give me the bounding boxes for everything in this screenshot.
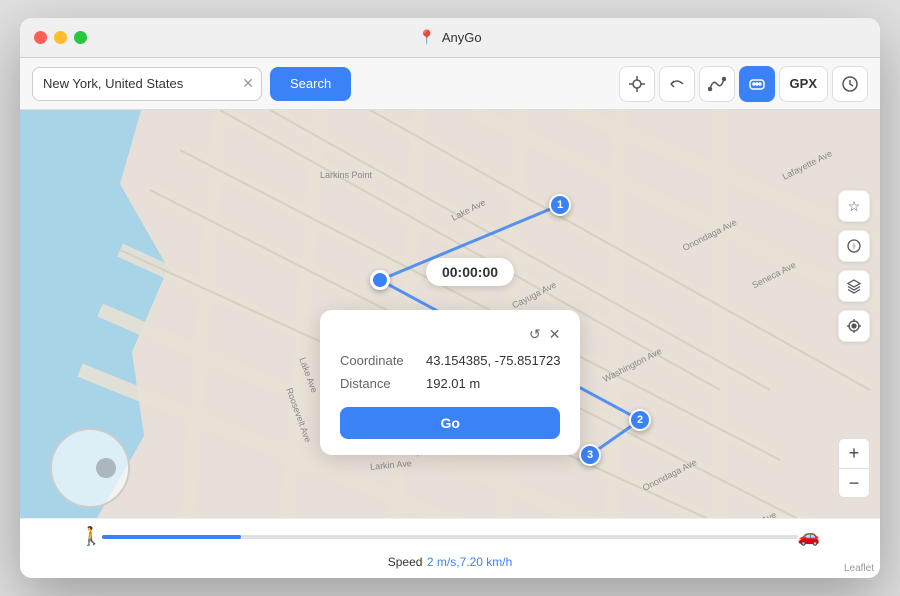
route-back-button[interactable] bbox=[659, 66, 695, 102]
search-container: ✕ Search bbox=[32, 67, 351, 101]
speed-bar: 🚶 🚗 Speed 2 m/s,7.20 km/h bbox=[20, 518, 880, 578]
waypoint-1[interactable]: 1 bbox=[549, 194, 571, 216]
titlebar: 📍 AnyGo bbox=[20, 18, 880, 58]
street-label-onondaga: Onondaga Ave bbox=[681, 217, 738, 253]
gpx-button[interactable]: GPX bbox=[779, 66, 828, 102]
current-location-dot bbox=[370, 270, 390, 290]
timer-value: 00:00:00 bbox=[442, 264, 498, 280]
speed-track[interactable] bbox=[102, 535, 797, 539]
close-button[interactable] bbox=[34, 31, 47, 44]
street-label-lake-ave-2: Lake Ave bbox=[297, 356, 319, 394]
speed-value: 2 m/s,7.20 km/h bbox=[427, 555, 512, 569]
waypoint-3-label: 3 bbox=[587, 449, 593, 461]
car-icon: 🚗 bbox=[798, 526, 820, 547]
street-label-lafayette: Lafayette Ave bbox=[781, 148, 834, 182]
street-label-cayuga: Cayuga Ave bbox=[510, 280, 558, 311]
street-label-seneca: Seneca Ave bbox=[750, 260, 797, 291]
history-button[interactable] bbox=[832, 66, 868, 102]
search-button[interactable]: Search bbox=[270, 67, 351, 101]
map-credit: Leaflet bbox=[844, 563, 874, 574]
star-icon: ☆ bbox=[848, 198, 861, 215]
zoom-controls: + − bbox=[838, 438, 870, 498]
location-icon bbox=[846, 318, 862, 334]
distance-row: Distance 192.01 m bbox=[340, 376, 560, 391]
info-popup: ↺ ✕ Coordinate 43.154385, -75.851723 Dis… bbox=[320, 310, 580, 455]
zoom-in-button[interactable]: + bbox=[838, 438, 870, 468]
minimize-button[interactable] bbox=[54, 31, 67, 44]
center-location-button[interactable] bbox=[619, 66, 655, 102]
map-area[interactable]: Lake Ave Larkins Point Lake Ave Cayuga A… bbox=[20, 110, 880, 578]
street-label-washington: Washington Ave bbox=[601, 346, 663, 384]
my-location-button[interactable] bbox=[838, 310, 870, 342]
speed-fill bbox=[102, 535, 241, 539]
favorite-button[interactable]: ☆ bbox=[838, 190, 870, 222]
compass-icon bbox=[846, 238, 862, 254]
app-title-container: 📍 AnyGo bbox=[418, 29, 481, 46]
timer-badge: 00:00:00 bbox=[426, 258, 514, 286]
search-input[interactable] bbox=[32, 67, 262, 101]
coordinate-value: 43.154385, -75.851723 bbox=[426, 353, 560, 368]
popup-header: ↺ ✕ bbox=[340, 326, 560, 343]
gamepad-button[interactable] bbox=[739, 66, 775, 102]
waypoint-1-label: 1 bbox=[557, 199, 563, 211]
waypoint-3[interactable]: 3 bbox=[579, 444, 601, 466]
street-label-onondaga-2: Onondaga Ave bbox=[641, 457, 698, 493]
waypoint-2-label: 2 bbox=[637, 414, 643, 426]
joystick-knob bbox=[96, 458, 116, 478]
traffic-lights bbox=[34, 31, 87, 44]
place-label-larkins: Larkins Point bbox=[320, 170, 372, 180]
popup-close-button[interactable]: ✕ bbox=[549, 326, 561, 343]
joystick[interactable] bbox=[50, 428, 130, 508]
go-button[interactable]: Go bbox=[340, 407, 560, 439]
right-sidebar: ☆ bbox=[838, 190, 870, 342]
speed-label: Speed bbox=[388, 555, 423, 569]
app-title: AnyGo bbox=[442, 30, 482, 45]
street-label-roosevelt: Roosevelt Ave bbox=[284, 386, 313, 443]
distance-label: Distance bbox=[340, 376, 410, 391]
app-logo-icon: 📍 bbox=[418, 29, 435, 46]
layers-icon bbox=[846, 278, 862, 294]
toolbar-right: GPX bbox=[619, 66, 868, 102]
zoom-out-button[interactable]: − bbox=[838, 468, 870, 498]
coordinate-label: Coordinate bbox=[340, 353, 410, 368]
search-input-wrapper: ✕ bbox=[32, 67, 262, 101]
distance-value: 192.01 m bbox=[426, 376, 480, 391]
street-label-larkin: Larkin Ave bbox=[370, 458, 413, 472]
popup-undo-button[interactable]: ↺ bbox=[529, 326, 541, 343]
app-window: 📍 AnyGo ✕ Search bbox=[20, 18, 880, 578]
walk-icon: 🚶 bbox=[80, 526, 102, 547]
toolbar: ✕ Search bbox=[20, 58, 880, 110]
maximize-button[interactable] bbox=[74, 31, 87, 44]
map-layers-button[interactable] bbox=[838, 270, 870, 302]
street-label-lake-ave: Lake Ave bbox=[450, 197, 487, 223]
speed-icons-row: 🚶 🚗 bbox=[80, 526, 820, 547]
coordinate-row: Coordinate 43.154385, -75.851723 bbox=[340, 353, 560, 368]
multi-route-button[interactable] bbox=[699, 66, 735, 102]
waypoint-2[interactable]: 2 bbox=[629, 409, 651, 431]
compass-button[interactable] bbox=[838, 230, 870, 262]
clear-button[interactable]: ✕ bbox=[242, 75, 254, 92]
speed-text-row: Speed 2 m/s,7.20 km/h bbox=[388, 553, 513, 571]
